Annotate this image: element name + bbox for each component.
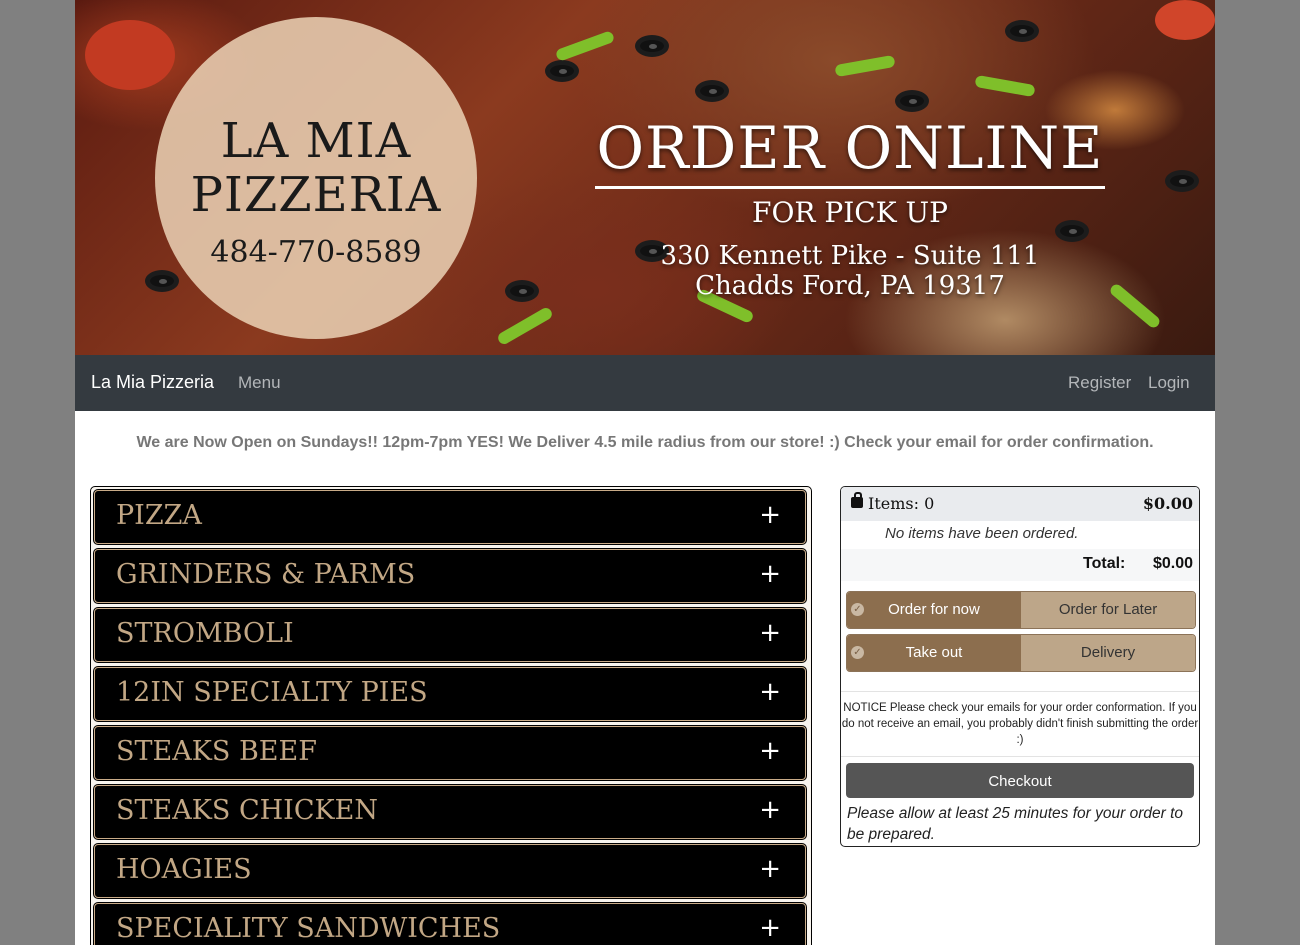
category-steaks-chicken[interactable]: STEAKS CHICKEN + [94,785,806,839]
category-speciality-sandwiches[interactable]: SPECIALITY SANDWICHES + [94,903,806,945]
banner-decoration [1108,282,1162,330]
plus-icon[interactable]: + [759,501,781,529]
order-for-now-label: Order for now [888,601,980,618]
banner-headline-block: ORDER ONLINE FOR PICK UP 330 Kennett Pik… [595,110,1105,301]
banner-address: 330 Kennett Pike - Suite 111 Chadds Ford… [595,241,1105,301]
take-out-button[interactable]: ✓ Take out [847,635,1021,671]
cart-header: Items: 0 $0.00 [841,487,1199,521]
banner-decoration [505,280,539,302]
cart-empty-message: No items have been ordered. [885,525,1079,542]
category-stromboli[interactable]: STROMBOLI + [94,608,806,662]
nav-link-menu[interactable]: Menu [238,373,281,393]
nav-link-register[interactable]: Register [1068,373,1131,393]
plus-icon[interactable]: + [759,737,781,765]
logo-title-line2: PIZZERIA [190,167,442,223]
plus-icon[interactable]: + [759,619,781,647]
navbar-brand[interactable]: La Mia Pizzeria [91,372,214,393]
banner-decoration [545,60,579,82]
banner-decoration [1165,170,1199,192]
category-title: STEAKS CHICKEN [116,795,378,826]
check-circle-icon: ✓ [851,603,864,616]
banner-subheadline: FOR PICK UP [752,196,948,229]
plus-icon[interactable]: + [759,560,781,588]
banner-decoration [496,305,554,347]
menu-category-list: PIZZA + GRINDERS & PARMS + STROMBOLI + 1… [90,486,812,945]
banner-decoration [1155,0,1215,40]
take-out-label: Take out [905,644,963,661]
nav-link-login[interactable]: Login [1148,373,1190,393]
banner-decoration [1005,20,1039,42]
page: LA MIA PIZZERIA 484-770-8589 ORDER ONLIN… [75,0,1215,945]
banner-headline: ORDER ONLINE [596,114,1104,182]
order-for-later-label: Order for Later [1058,601,1158,618]
category-title: GRINDERS & PARMS [116,559,416,590]
order-for-now-button[interactable]: ✓ Order for now [847,592,1021,628]
logo-title-line1: LA MIA [220,113,412,169]
category-title: STROMBOLI [116,618,294,649]
banner-decoration [635,35,669,57]
plus-icon[interactable]: + [759,914,781,942]
order-cart: Items: 0 $0.00 No items have been ordere… [840,486,1200,847]
category-hoagies[interactable]: HOAGIES + [94,844,806,898]
shopping-bag-icon [851,492,863,508]
top-navbar: La Mia Pizzeria Menu Register Login [75,355,1215,411]
cart-total-row: Total: $0.00 [841,549,1199,581]
cart-total-value: $0.00 [1152,555,1193,572]
banner-divider [595,186,1105,189]
category-title: PIZZA [116,500,202,531]
logo-phone: 484-770-8589 [210,235,422,270]
order-method-toggle: ✓ Take out Delivery [846,634,1196,672]
hero-banner: LA MIA PIZZERIA 484-770-8589 ORDER ONLIN… [75,0,1215,355]
category-grinders-parms[interactable]: GRINDERS & PARMS + [94,549,806,603]
banner-decoration [974,74,1036,98]
address-line2: Chadds Ford, PA 19317 [695,271,1005,301]
category-title: SPECIALITY SANDWICHES [116,913,501,944]
category-specialty-pies[interactable]: 12IN SPECIALTY PIES + [94,667,806,721]
order-notice: NOTICE Please check your emails for your… [841,691,1199,757]
cart-total-label: Total: [1083,555,1126,572]
delivery-button[interactable]: Delivery [1021,635,1195,671]
category-title: STEAKS BEEF [116,736,317,767]
delivery-label: Delivery [1080,644,1136,661]
category-steaks-beef[interactable]: STEAKS BEEF + [94,726,806,780]
plus-icon[interactable]: + [759,678,781,706]
plus-icon[interactable]: + [759,855,781,883]
banner-decoration [145,270,179,292]
order-for-later-button[interactable]: Order for Later [1021,592,1195,628]
category-pizza[interactable]: PIZZA + [94,490,806,544]
banner-decoration [695,80,729,102]
order-timing-toggle: ✓ Order for now Order for Later [846,591,1196,629]
category-title: HOAGIES [116,854,252,885]
cart-header-total: $0.00 [1142,494,1193,513]
check-circle-icon: ✓ [851,646,864,659]
prep-time-note: Please allow at least 25 minutes for you… [847,805,1184,843]
banner-decoration [85,20,175,90]
cart-items-count: Items: 0 [868,494,935,513]
logo: LA MIA PIZZERIA 484-770-8589 [155,17,477,339]
category-title: 12IN SPECIALTY PIES [116,677,428,708]
banner-decoration [895,90,929,112]
banner-decoration [834,54,896,78]
plus-icon[interactable]: + [759,796,781,824]
banner-decoration [554,30,616,62]
checkout-button[interactable]: Checkout [846,763,1194,798]
announcement-banner: We are Now Open on Sundays!! 12pm-7pm YE… [75,411,1215,473]
address-line1: 330 Kennett Pike - Suite 111 [660,241,1040,271]
